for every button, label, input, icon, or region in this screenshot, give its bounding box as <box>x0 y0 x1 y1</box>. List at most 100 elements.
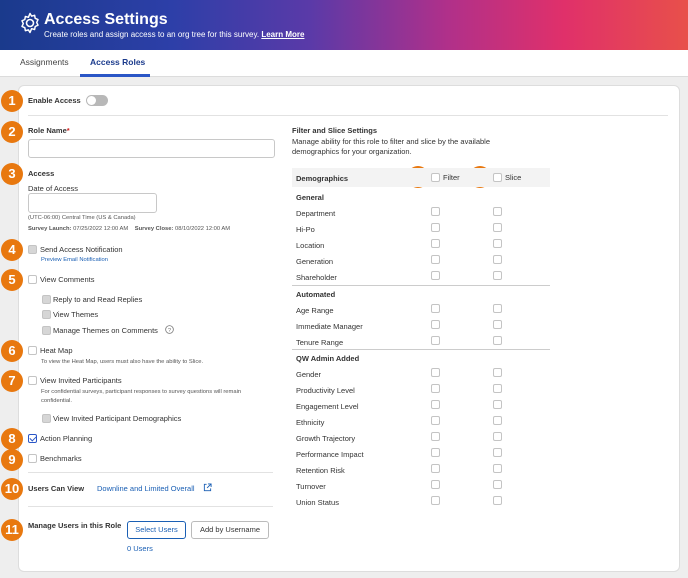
step-badge-11: 11 <box>1 519 23 541</box>
slice-checkbox[interactable] <box>493 400 502 409</box>
filter-checkbox[interactable] <box>431 368 440 377</box>
step-badge-8: 8 <box>1 428 23 450</box>
step-badge-1: 1 <box>1 90 23 112</box>
demographic-shareholder: Shareholder <box>296 273 337 282</box>
tab-bar: Assignments Access Roles <box>0 50 688 77</box>
demographic-retention-risk: Retention Risk <box>296 466 345 475</box>
access-label: Access <box>28 169 55 178</box>
survey-launch-value: 07/25/2022 12:00 AM <box>73 226 129 232</box>
users-count[interactable]: 0 Users <box>127 544 153 553</box>
external-link-icon[interactable] <box>203 483 212 492</box>
preview-email-link[interactable]: Preview Email Notification <box>41 257 108 263</box>
add-by-username-button[interactable]: Add by Username <box>191 521 269 539</box>
role-name-label-text: Role Name <box>28 126 67 135</box>
benchmarks-checkbox[interactable] <box>28 454 37 463</box>
slice-checkbox[interactable] <box>493 384 502 393</box>
demographic-department: Department <box>296 209 336 218</box>
view-themes-label: View Themes <box>53 310 99 319</box>
slice-checkbox[interactable] <box>493 448 502 457</box>
view-invited-label: View Invited Participants <box>40 376 122 385</box>
filter-checkbox[interactable] <box>431 384 440 393</box>
filter-checkbox[interactable] <box>431 207 440 216</box>
demographic-location: Location <box>296 241 325 250</box>
role-name-input[interactable] <box>28 139 275 158</box>
slice-checkbox[interactable] <box>493 336 502 345</box>
demographic-growth-trajectory: Growth Trajectory <box>296 434 356 443</box>
divider <box>28 506 273 507</box>
slice-checkbox[interactable] <box>493 239 502 248</box>
demographic-tenure-range: Tenure Range <box>296 338 344 347</box>
demographic-turnover: Turnover <box>296 482 326 491</box>
survey-dates: Survey Launch: 07/25/2022 12:00 AM Surve… <box>28 226 230 232</box>
filter-all-checkbox[interactable] <box>431 173 440 182</box>
filter-checkbox[interactable] <box>431 255 440 264</box>
tab-access-roles[interactable]: Access Roles <box>90 57 145 67</box>
benchmarks-label: Benchmarks <box>40 454 82 463</box>
step-badge-5: 5 <box>1 269 23 291</box>
view-invited-checkbox[interactable] <box>28 376 37 385</box>
demographic-engagement-level: Engagement Level <box>296 402 359 411</box>
filter-checkbox[interactable] <box>431 400 440 409</box>
users-can-view-label: Users Can View <box>28 484 85 493</box>
step-badge-10: 10 <box>1 478 23 500</box>
slice-checkbox[interactable] <box>493 368 502 377</box>
reply-read-checkbox[interactable] <box>42 295 51 304</box>
filter-checkbox[interactable] <box>431 448 440 457</box>
step-badge-6: 6 <box>1 340 23 362</box>
slice-checkbox[interactable] <box>493 271 502 280</box>
group-qw-admin-added: QW Admin Added <box>296 354 360 363</box>
heat-map-checkbox[interactable] <box>28 346 37 355</box>
divider <box>28 115 668 116</box>
filter-checkbox[interactable] <box>431 271 440 280</box>
filter-checkbox[interactable] <box>431 432 440 441</box>
filter-checkbox[interactable] <box>431 496 440 505</box>
slice-checkbox[interactable] <box>493 320 502 329</box>
learn-more-link[interactable]: Learn More <box>261 30 304 39</box>
slice-checkbox[interactable] <box>493 255 502 264</box>
step-badge-7: 7 <box>1 370 23 392</box>
manage-themes-checkbox[interactable] <box>42 326 51 335</box>
filter-checkbox[interactable] <box>431 223 440 232</box>
survey-close-label: Survey Close: <box>134 226 174 232</box>
demographic-age-range: Age Range <box>296 306 334 315</box>
slice-checkbox[interactable] <box>493 432 502 441</box>
date-of-access-input[interactable] <box>28 193 157 213</box>
view-comments-checkbox[interactable] <box>28 275 37 284</box>
slice-checkbox[interactable] <box>493 496 502 505</box>
filter-checkbox[interactable] <box>431 239 440 248</box>
filter-checkbox[interactable] <box>431 416 440 425</box>
filter-slice-description: Manage ability for this role to filter a… <box>292 137 491 156</box>
slice-checkbox[interactable] <box>493 207 502 216</box>
demographics-column-header: Demographics <box>296 174 349 183</box>
group-general: General <box>296 193 324 202</box>
send-notification-checkbox[interactable] <box>28 245 37 254</box>
filter-checkbox[interactable] <box>431 304 440 313</box>
demographic-generation: Generation <box>296 257 334 266</box>
view-comments-label: View Comments <box>40 275 95 284</box>
demographic-productivity-level: Productivity Level <box>296 386 355 395</box>
filter-checkbox[interactable] <box>431 336 440 345</box>
view-themes-checkbox[interactable] <box>42 310 51 319</box>
tab-assignments[interactable]: Assignments <box>20 57 69 67</box>
filter-checkbox[interactable] <box>431 320 440 329</box>
view-invited-demographics-checkbox[interactable] <box>42 414 51 423</box>
select-users-button[interactable]: Select Users <box>127 521 186 539</box>
enable-access-toggle[interactable] <box>86 95 108 106</box>
slice-checkbox[interactable] <box>493 223 502 232</box>
manage-themes-label: Manage Themes on Comments <box>53 326 158 335</box>
users-can-view-link[interactable]: Downline and Limited Overall <box>97 484 195 493</box>
view-invited-demographics-label: View Invited Participant Demographics <box>53 414 182 423</box>
survey-close-value: 08/10/2022 12:00 AM <box>175 226 231 232</box>
slice-checkbox[interactable] <box>493 480 502 489</box>
slice-checkbox[interactable] <box>493 464 502 473</box>
divider <box>28 472 273 473</box>
filter-checkbox[interactable] <box>431 480 440 489</box>
filter-checkbox[interactable] <box>431 464 440 473</box>
slice-all-checkbox[interactable] <box>493 173 502 182</box>
action-planning-checkbox[interactable] <box>28 434 37 443</box>
enable-access-label: Enable Access <box>28 96 81 105</box>
help-icon[interactable]: ? <box>165 325 174 334</box>
slice-checkbox[interactable] <box>493 416 502 425</box>
demographic-gender: Gender <box>296 370 322 379</box>
slice-checkbox[interactable] <box>493 304 502 313</box>
